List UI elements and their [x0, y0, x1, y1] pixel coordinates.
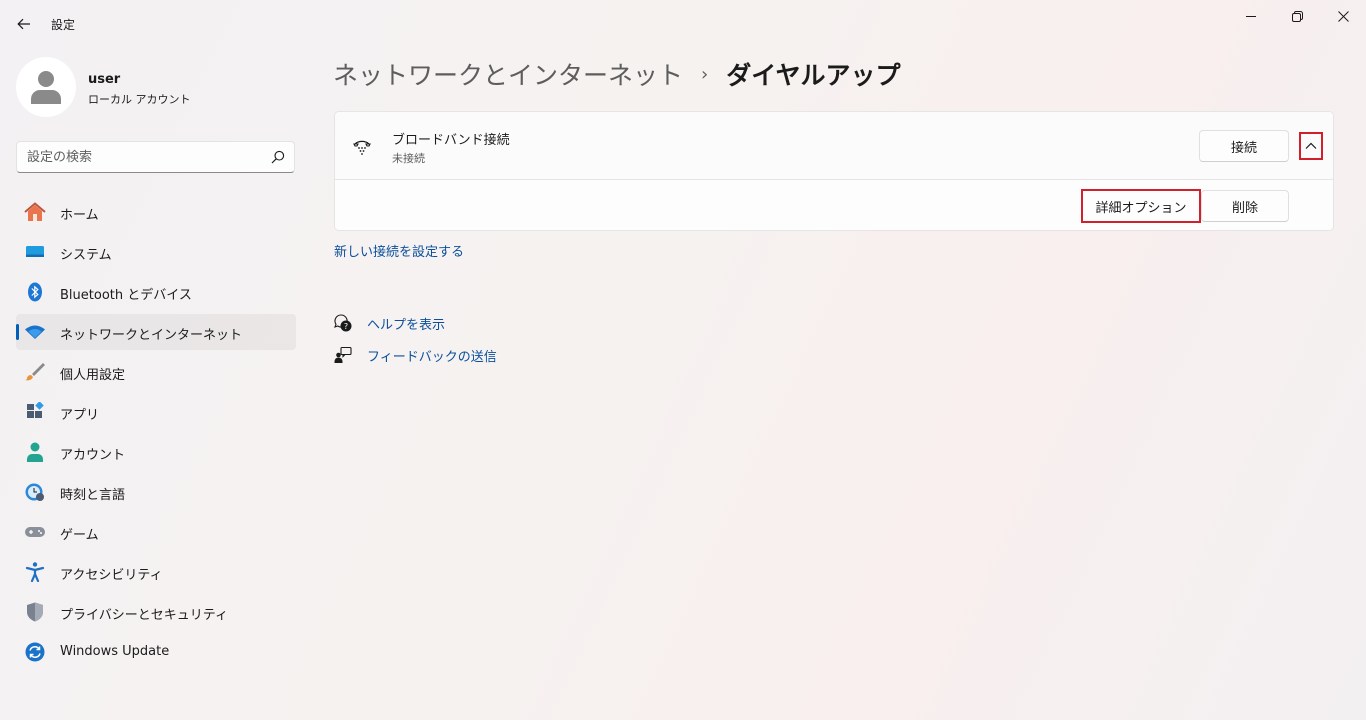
back-arrow-icon [17, 18, 30, 30]
sidebar-item-label: ゲーム [60, 528, 99, 543]
time-language-icon [24, 482, 46, 502]
sidebar-item-time-language[interactable]: 時刻と言語 [16, 474, 296, 510]
wifi-icon [24, 322, 46, 342]
restore-button[interactable] [1274, 0, 1320, 32]
sidebar-item-label: Windows Update [60, 644, 170, 659]
sidebar-item-home[interactable]: ホーム [16, 194, 296, 230]
feedback-link[interactable]: フィードバックの送信 [334, 344, 497, 366]
user-avatar-icon [31, 71, 61, 104]
search-input[interactable] [27, 148, 257, 166]
account-type: ローカル アカウント [88, 93, 191, 106]
new-connection-link[interactable]: 新しい接続を設定する [334, 241, 464, 260]
close-button[interactable] [1320, 0, 1366, 32]
minimize-button[interactable] [1228, 0, 1274, 32]
sidebar-item-personalization[interactable]: 個人用設定 [16, 354, 296, 390]
sidebar-item-label: ネットワークとインターネット [60, 328, 243, 343]
page-title: ダイヤルアップ [726, 61, 901, 90]
connection-name: ブロードバンド接続 [392, 133, 510, 148]
close-icon [1337, 10, 1349, 22]
help-label: ヘルプを表示 [367, 317, 446, 333]
sidebar-nav: ホーム システム Bluetooth とデバイス ネットワークとインターネット … [16, 194, 296, 674]
app-title: 設定 [51, 18, 76, 32]
title-bar: 設定 [0, 0, 1366, 48]
brush-icon [24, 362, 46, 382]
connection-actions: 詳細オプション 削除 [335, 180, 1333, 230]
sidebar-item-label: アクセシビリティ [60, 568, 163, 583]
sidebar-item-apps[interactable]: アプリ [16, 394, 296, 430]
system-icon [24, 242, 46, 262]
sidebar-item-gaming[interactable]: ゲーム [16, 514, 296, 550]
sidebar-item-windows-update[interactable]: Windows Update [16, 634, 296, 670]
shield-icon [24, 602, 46, 622]
sidebar-item-accounts[interactable]: アカウント [16, 434, 296, 470]
user-name: user [88, 72, 121, 87]
connection-header: ブロードバンド接続 未接続 接続 [335, 112, 1333, 180]
breadcrumb-separator: › [701, 63, 709, 85]
sidebar-item-network[interactable]: ネットワークとインターネット [16, 314, 296, 350]
sidebar-item-label: ホーム [60, 208, 99, 223]
advanced-options-button[interactable]: 詳細オプション [1081, 189, 1201, 223]
dialup-icon [353, 140, 371, 155]
sidebar-item-label: アカウント [60, 448, 126, 463]
sidebar-item-system[interactable]: システム [16, 234, 296, 270]
sidebar-item-label: アプリ [60, 408, 100, 423]
sidebar-item-bluetooth[interactable]: Bluetooth とデバイス [16, 274, 296, 310]
sidebar-item-label: プライバシーとセキュリティ [60, 608, 228, 623]
collapse-toggle-button[interactable] [1299, 132, 1323, 160]
apps-icon [24, 402, 46, 422]
chevron-up-icon [1305, 142, 1317, 149]
gamepad-icon [24, 522, 46, 542]
breadcrumb: ネットワークとインターネット › ダイヤルアップ [333, 56, 900, 92]
sidebar-item-accessibility[interactable]: アクセシビリティ [16, 554, 296, 590]
minimize-icon [1246, 16, 1256, 17]
connect-button[interactable]: 接続 [1199, 130, 1289, 162]
sidebar-item-label: Bluetooth とデバイス [60, 288, 192, 303]
restore-icon [1291, 10, 1303, 22]
account-icon [24, 442, 46, 462]
help-link[interactable]: ? ヘルプを表示 [334, 312, 445, 334]
help-icon: ? [334, 314, 352, 332]
sidebar-item-label: 個人用設定 [60, 368, 126, 383]
connection-card: ブロードバンド接続 未接続 接続 詳細オプション 削除 [334, 111, 1334, 231]
avatar [16, 57, 76, 117]
svg-text:?: ? [344, 322, 348, 331]
windows-update-icon [24, 642, 46, 662]
sidebar-item-label: システム [60, 248, 112, 263]
search-box[interactable] [16, 141, 295, 173]
accessibility-icon [24, 562, 46, 582]
user-card[interactable]: user ローカル アカウント [16, 57, 296, 117]
feedback-label: フィードバックの送信 [367, 349, 497, 365]
breadcrumb-parent-link[interactable]: ネットワークとインターネット [333, 56, 683, 92]
home-icon [24, 202, 46, 222]
bluetooth-icon [24, 282, 46, 302]
feedback-icon [334, 346, 352, 364]
search-icon[interactable] [271, 150, 285, 164]
delete-button[interactable]: 削除 [1201, 190, 1289, 222]
sidebar-item-label: 時刻と言語 [60, 488, 126, 503]
back-button[interactable] [10, 10, 38, 38]
sidebar-item-privacy[interactable]: プライバシーとセキュリティ [16, 594, 296, 630]
connection-status: 未接続 [392, 152, 425, 165]
